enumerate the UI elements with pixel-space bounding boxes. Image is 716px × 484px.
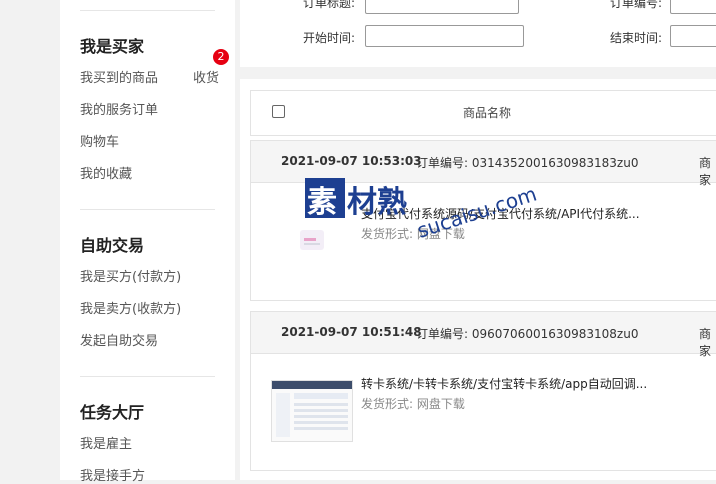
order-shop[interactable]: 商家 bbox=[699, 154, 716, 188]
divider bbox=[80, 10, 215, 11]
section-title-trade: 自助交易 bbox=[80, 236, 145, 255]
divider bbox=[80, 376, 215, 377]
sidebar-item-buyer-side[interactable]: 我是买方(付款方) bbox=[80, 266, 181, 285]
order-number-label: 订单编号: bbox=[416, 327, 469, 341]
order-header: 2021-09-07 10:51:48 订单编号: 09607060016309… bbox=[251, 312, 716, 358]
product-title[interactable]: 转卡系统/卡转卡系统/支付宝转卡系统/app自动回调... bbox=[361, 375, 647, 392]
sidebar-item-taker[interactable]: 我是接手方 bbox=[80, 465, 145, 484]
section-title-buyer: 我是买家 bbox=[80, 37, 145, 56]
sidebar-item-service-orders[interactable]: 我的服务订单 bbox=[80, 99, 158, 118]
sidebar-item-purchased[interactable]: 我买到的商品 bbox=[80, 67, 158, 86]
product-title[interactable]: 支付宝代付系统源码/支付宝代付系统/API代付系统... bbox=[361, 205, 640, 222]
end-time-label: 结束时间: bbox=[610, 31, 663, 45]
order-no-input[interactable] bbox=[670, 0, 716, 14]
order-no-label: 订单编号: bbox=[610, 0, 663, 10]
order-number-value: 0960706001630983108zu0 bbox=[471, 327, 639, 341]
sidebar-item-start-trade[interactable]: 发起自助交易 bbox=[80, 330, 158, 349]
table-header: 商品名称 bbox=[250, 90, 716, 136]
sidebar-item-favorites[interactable]: 我的收藏 bbox=[80, 163, 132, 182]
start-time-input[interactable] bbox=[365, 25, 524, 47]
order-title-label: 订单标题: bbox=[303, 0, 356, 10]
order-card: 2021-09-07 10:51:48 订单编号: 09607060016309… bbox=[250, 311, 716, 471]
product-thumbnail[interactable] bbox=[271, 380, 353, 442]
product-thumbnail-image bbox=[272, 381, 352, 437]
column-product-name: 商品名称 bbox=[463, 106, 512, 120]
order-number: 订单编号: 0960706001630983108zu0 bbox=[416, 325, 638, 342]
order-number: 订单编号: 0314352001630983183zu0 bbox=[416, 154, 638, 171]
end-time-input[interactable] bbox=[670, 25, 716, 47]
order-time: 2021-09-07 10:53:03 bbox=[281, 154, 422, 168]
sidebar: 我是买家 我买到的商品 收货 2 我的服务订单 购物车 我的收藏 自助交易 我是… bbox=[60, 0, 235, 484]
order-number-label: 订单编号: bbox=[416, 156, 469, 170]
product-thumbnail-image bbox=[300, 230, 324, 250]
select-all-checkbox[interactable] bbox=[272, 105, 285, 118]
shipping-method: 发货形式: 网盘下载 bbox=[361, 397, 465, 411]
order-time: 2021-09-07 10:51:48 bbox=[281, 325, 422, 339]
order-title-input[interactable] bbox=[365, 0, 519, 14]
sidebar-item-cart[interactable]: 购物车 bbox=[80, 131, 119, 150]
order-shop[interactable]: 商家 bbox=[699, 325, 716, 359]
orders-panel: 商品名称 2021-09-07 10:53:03 订单编号: 031435200… bbox=[240, 79, 716, 480]
sidebar-item-employer[interactable]: 我是雇主 bbox=[80, 433, 132, 452]
section-title-task: 任务大厅 bbox=[80, 403, 145, 422]
receive-link[interactable]: 收货 bbox=[193, 67, 219, 86]
sidebar-item-seller-side[interactable]: 我是卖方(收款方) bbox=[80, 298, 181, 317]
receive-count-badge: 2 bbox=[213, 49, 229, 65]
start-time-label: 开始时间: bbox=[303, 31, 356, 45]
order-number-value: 0314352001630983183zu0 bbox=[471, 156, 639, 170]
shipping-method: 发货形式: 网盘下载 bbox=[361, 227, 465, 241]
product-thumbnail[interactable] bbox=[298, 226, 328, 254]
divider bbox=[80, 209, 215, 210]
order-header: 2021-09-07 10:53:03 订单编号: 03143520016309… bbox=[251, 141, 716, 187]
order-card: 2021-09-07 10:53:03 订单编号: 03143520016309… bbox=[250, 140, 716, 301]
filter-panel: 订单标题: 订单编号: 开始时间: 结束时间: bbox=[240, 0, 716, 67]
